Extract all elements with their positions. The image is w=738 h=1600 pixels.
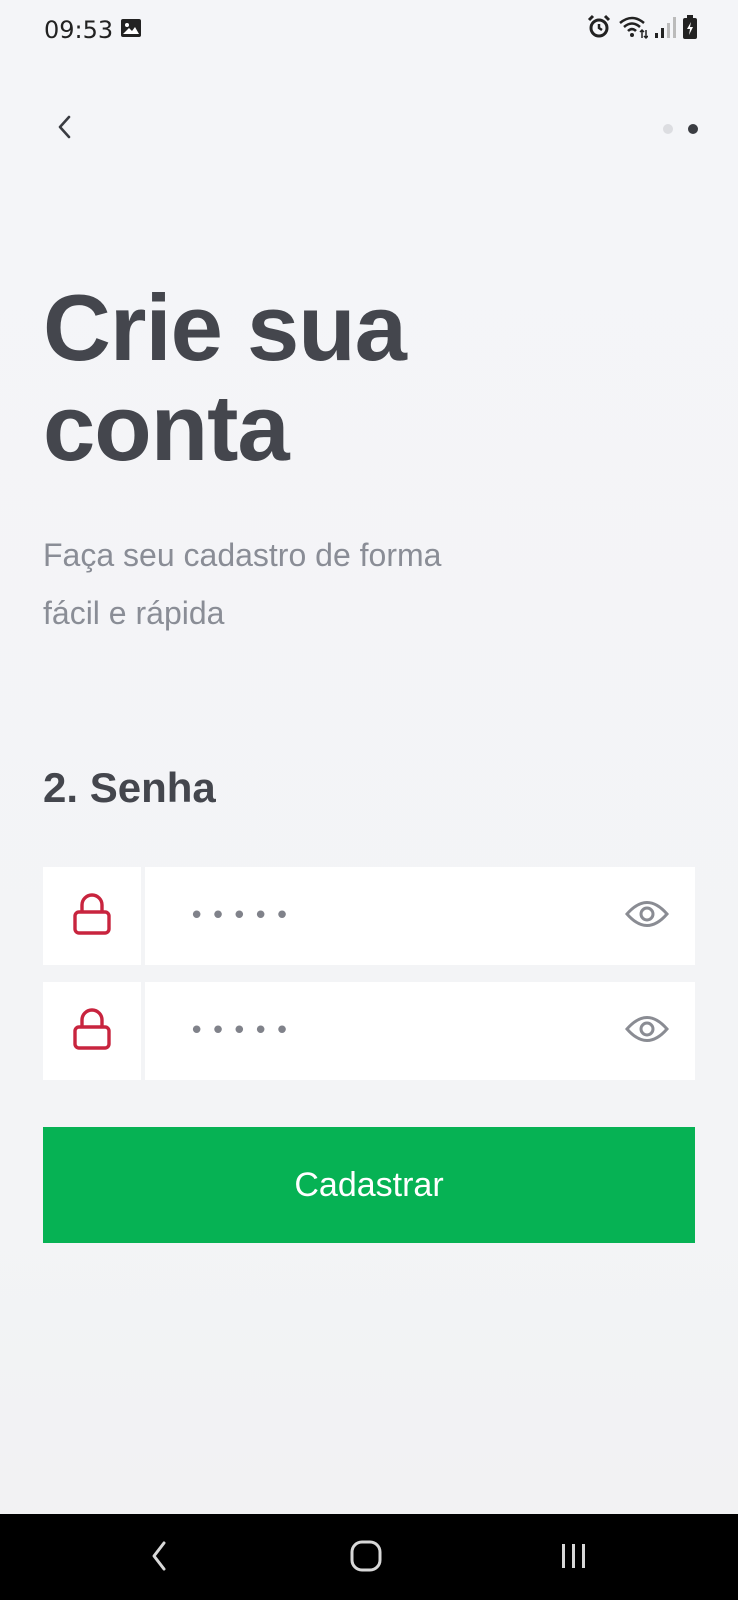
system-recents-button[interactable] xyxy=(551,1536,597,1580)
toggle-password-visibility-button[interactable] xyxy=(625,896,669,936)
chevron-left-icon xyxy=(55,114,75,145)
battery-icon xyxy=(682,14,698,45)
status-icons xyxy=(586,14,698,44)
wifi-icon xyxy=(618,14,649,45)
system-back-button[interactable] xyxy=(136,1536,182,1580)
section-heading: 2. Senha xyxy=(43,764,216,811)
eye-icon xyxy=(625,1012,669,1051)
step-indicator xyxy=(663,124,698,134)
alarm-icon xyxy=(586,14,612,45)
step-dot-active xyxy=(688,124,698,134)
toggle-confirm-password-visibility-button[interactable] xyxy=(625,1011,669,1051)
password-input[interactable] xyxy=(189,867,609,965)
signal-icon xyxy=(654,15,676,44)
confirm-password-input[interactable] xyxy=(189,982,609,1080)
eye-icon xyxy=(625,897,669,936)
step-dot xyxy=(663,124,673,134)
lock-icon xyxy=(72,892,112,941)
register-button[interactable]: Cadastrar xyxy=(43,1127,695,1243)
back-icon xyxy=(149,1539,169,1578)
password-field xyxy=(43,867,695,965)
status-time: 09:53 xyxy=(44,16,114,44)
page-title: Crie sua conta xyxy=(43,275,407,480)
page-subtitle: Faça seu cadastro de forma fácil e rápid… xyxy=(43,537,442,631)
password-input-wrapper xyxy=(145,867,695,965)
confirm-password-input-wrapper xyxy=(145,982,695,1080)
gallery-icon xyxy=(120,17,142,39)
confirm-password-field xyxy=(43,982,695,1080)
system-navigation-bar xyxy=(0,1514,738,1600)
back-button[interactable] xyxy=(48,112,82,146)
password-field-icon-box xyxy=(43,867,141,965)
home-icon xyxy=(349,1539,383,1578)
system-home-button[interactable] xyxy=(343,1536,389,1580)
confirm-password-field-icon-box xyxy=(43,982,141,1080)
recents-icon xyxy=(559,1541,589,1576)
status-bar: 09:53 xyxy=(0,0,738,62)
lock-icon xyxy=(72,1007,112,1056)
